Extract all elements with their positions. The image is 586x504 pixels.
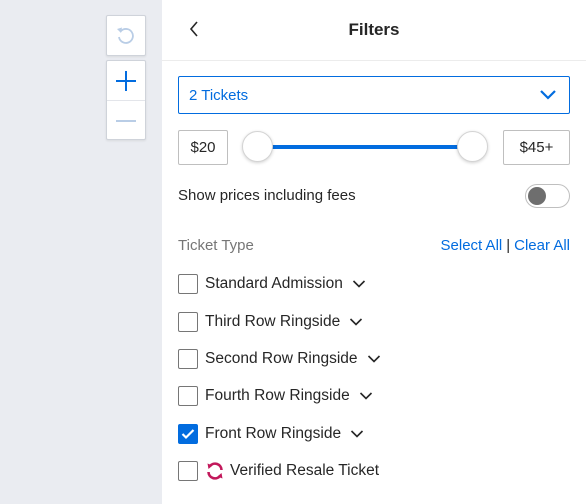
plus-icon — [116, 70, 136, 91]
ticket-option-label: Verified Resale Ticket — [230, 462, 380, 479]
ticket-option-label: Fourth Row Ringside — [205, 387, 350, 404]
zoom-in-button[interactable] — [107, 61, 145, 100]
chevron-down-icon — [350, 318, 363, 326]
price-slider-track[interactable] — [258, 145, 473, 149]
checkbox-checked[interactable] — [178, 424, 198, 444]
ticket-option-label: Third Row Ringside — [205, 313, 341, 330]
expand-button[interactable] — [352, 279, 366, 289]
chevron-down-icon — [351, 430, 364, 438]
toggle-knob — [528, 187, 546, 205]
expand-button[interactable] — [349, 317, 363, 327]
fees-toggle[interactable] — [525, 184, 570, 208]
expand-button[interactable] — [350, 429, 364, 439]
ticket-option-label: Front Row Ringside — [205, 425, 342, 442]
chevron-down-icon — [367, 355, 380, 363]
expand-button[interactable] — [359, 391, 373, 401]
map-area[interactable] — [0, 0, 162, 504]
filter-panel: Filters 2 Tickets $20 $45+ Show prices i… — [162, 0, 586, 504]
price-slider-min-handle[interactable] — [242, 131, 273, 162]
ticket-option-verified-resale[interactable]: Verified Resale Ticket — [178, 459, 379, 483]
price-min-box: $20 — [178, 130, 228, 165]
clear-all-link[interactable]: Clear All — [514, 237, 570, 254]
ticket-option-label: Standard Admission — [205, 275, 343, 292]
checkbox[interactable] — [178, 312, 198, 332]
ticket-quantity-value: 2 Tickets — [189, 86, 249, 104]
verified-resale-icon — [205, 461, 225, 481]
ticket-option-third-row-ringside[interactable]: Third Row Ringside — [178, 310, 363, 334]
price-max-box: $45+ — [503, 130, 570, 165]
checkbox[interactable] — [178, 274, 198, 294]
page-title: Filters — [348, 20, 400, 39]
checkbox[interactable] — [178, 349, 198, 369]
ticket-option-standard-admission[interactable]: Standard Admission — [178, 272, 366, 296]
chevron-down-icon — [352, 280, 365, 288]
ticket-option-label: Second Row Ringside — [205, 350, 358, 367]
ticket-type-heading: Ticket Type — [178, 237, 254, 254]
zoom-controls — [106, 60, 146, 140]
reset-map-button[interactable] — [106, 15, 146, 56]
chevron-down-icon — [540, 90, 556, 100]
panel-header: Filters — [162, 0, 586, 61]
ticket-quantity-select[interactable]: 2 Tickets — [178, 76, 570, 114]
zoom-out-button[interactable] — [107, 100, 145, 140]
checkbox[interactable] — [178, 461, 198, 481]
ticket-option-fourth-row-ringside[interactable]: Fourth Row Ringside — [178, 384, 373, 408]
minus-icon — [116, 119, 136, 122]
chevron-down-icon — [359, 392, 372, 400]
expand-button[interactable] — [367, 354, 381, 364]
reset-icon — [117, 27, 134, 44]
checkmark-icon — [181, 429, 195, 440]
select-all-link[interactable]: Select All — [441, 237, 503, 254]
ticket-option-front-row-ringside[interactable]: Front Row Ringside — [178, 422, 364, 446]
link-separator: | — [506, 237, 511, 254]
ticket-type-actions: Select All | Clear All — [441, 237, 570, 254]
ticket-option-second-row-ringside[interactable]: Second Row Ringside — [178, 347, 381, 371]
fees-label: Show prices including fees — [178, 187, 356, 204]
checkbox[interactable] — [178, 386, 198, 406]
price-slider-max-handle[interactable] — [457, 131, 488, 162]
